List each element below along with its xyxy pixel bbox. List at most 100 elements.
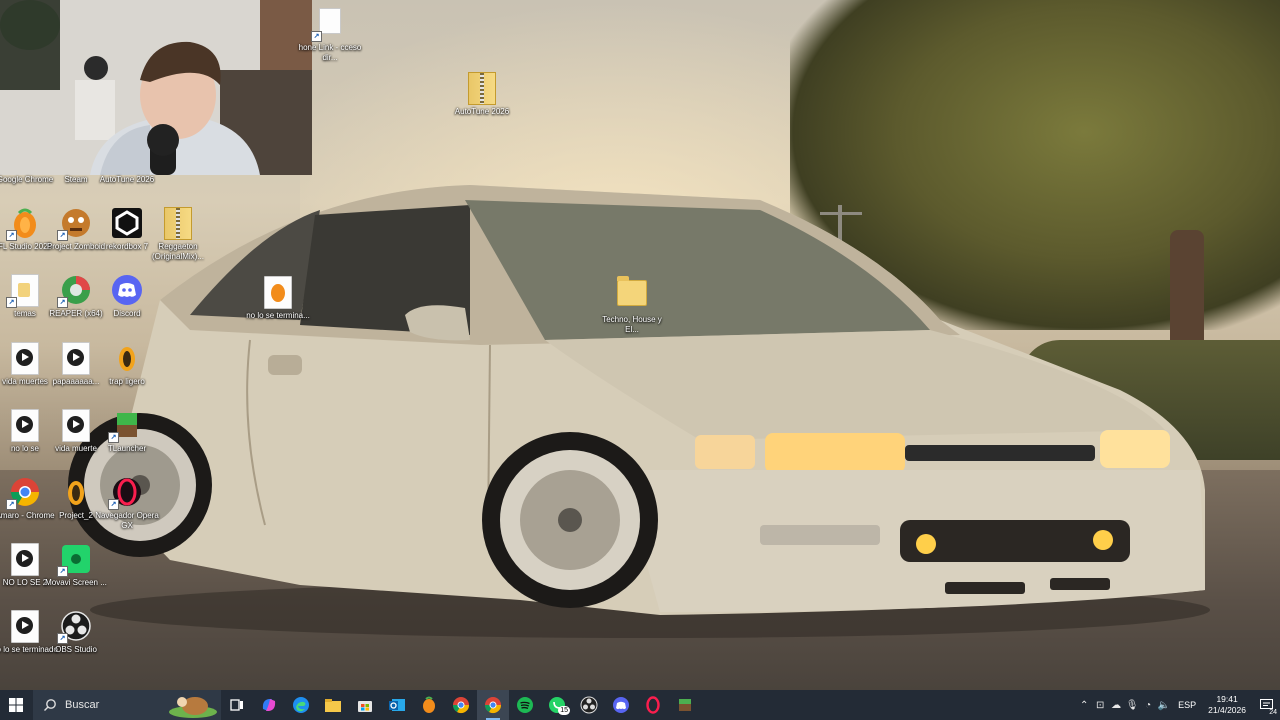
taskbar-minecraft[interactable] xyxy=(669,690,701,720)
network-icon[interactable]: ◔ xyxy=(1140,700,1156,711)
discord-icon xyxy=(613,697,629,713)
minecraft-icon xyxy=(679,699,691,711)
desktop-icon-techno-folder[interactable]: Techno, House y El... xyxy=(599,276,665,335)
rekordbox-icon xyxy=(111,207,143,239)
opera-gx-icon: ↗ xyxy=(108,476,143,510)
search-placeholder: Buscar xyxy=(65,699,100,711)
fl-project-file-icon xyxy=(262,276,294,309)
store-icon xyxy=(358,701,372,712)
chevron-up-icon[interactable]: ⌃ xyxy=(1076,700,1092,711)
clock-time: 19:41 xyxy=(1216,694,1238,704)
desktop-icon-reggaeton[interactable]: Reggaeton (OriginalMix)... xyxy=(145,207,211,262)
zip-icon xyxy=(111,150,143,172)
zip-icon xyxy=(162,207,194,240)
desktop-icon-nolose-fl[interactable]: no lo se termina... xyxy=(245,276,311,321)
document-icon: ↗ xyxy=(311,8,346,42)
desktop-icon-movavi[interactable]: ↗ Movavi Screen ... xyxy=(43,543,109,588)
microphone-icon[interactable]: 🎙 xyxy=(1124,700,1140,711)
document-icon: ↗ xyxy=(6,274,41,308)
desktop-icon-label: hone Link - cceso dir... xyxy=(298,43,362,62)
desktop-icon-label: no lo se termina... xyxy=(246,311,310,320)
taskbar-edge[interactable] xyxy=(285,690,317,720)
taskbar-search-box[interactable]: Buscar xyxy=(33,690,221,720)
desktop-icon-autotune[interactable]: AutoTune 2026 xyxy=(94,150,160,185)
video-file-icon xyxy=(60,409,92,442)
chrome-icon xyxy=(452,697,470,714)
desktop-icon-autotune-2[interactable]: AutoTune 2026 xyxy=(449,72,515,117)
clock-date: 21/4/2026 xyxy=(1208,705,1246,715)
discord-icon xyxy=(111,274,143,306)
obs-icon xyxy=(580,696,598,714)
taskbar-chrome-active[interactable] xyxy=(477,690,509,720)
folder-icon xyxy=(325,699,341,712)
webcam-overlay xyxy=(0,0,312,175)
video-file-icon xyxy=(9,409,41,442)
volume-icon[interactable]: 🔈 xyxy=(1156,700,1172,711)
video-file-icon xyxy=(9,610,41,643)
notification-center-button[interactable]: 24 xyxy=(1252,690,1280,720)
desktop-icon-label: trap ligero xyxy=(109,377,145,386)
onedrive-icon[interactable]: ☁ xyxy=(1108,700,1124,711)
taskbar-chrome[interactable] xyxy=(445,690,477,720)
video-file-icon xyxy=(9,342,41,375)
chrome-icon xyxy=(9,150,41,172)
taskbar-whatsapp[interactable]: 15 xyxy=(541,690,573,720)
desktop-icon-label: Reggaeton (OriginalMix)... xyxy=(151,242,204,261)
zip-icon xyxy=(466,72,498,105)
desktop-icon-discord[interactable]: Discord xyxy=(94,274,160,319)
desktop-icon-phone-link[interactable]: ↗ hone Link - cceso dir... xyxy=(297,8,363,63)
taskbar-copilot[interactable] xyxy=(253,690,285,720)
project-zomboid-icon: ↗ xyxy=(57,207,92,241)
taskbar-task-view[interactable] xyxy=(221,690,253,720)
fl-project-file-icon xyxy=(60,476,92,508)
desktop-icon-label: Movavi Screen ... xyxy=(45,578,107,587)
desktop-icon-label: Discord xyxy=(113,309,141,318)
fl-project-file-icon xyxy=(111,342,143,374)
copilot-icon xyxy=(262,699,276,711)
folder-icon xyxy=(616,276,648,312)
tlauncher-icon: ↗ xyxy=(108,409,143,443)
outlook-icon xyxy=(389,699,405,711)
desktop-icon-label: Navegador Opera GX xyxy=(95,511,159,530)
desktop-icon-label: Techno, House y El... xyxy=(602,315,662,334)
edge-icon xyxy=(293,697,309,713)
fl-studio-icon: ↗ xyxy=(6,207,41,241)
search-icon xyxy=(44,699,56,711)
whatsapp-unread-badge: 15 xyxy=(558,706,570,715)
obs-icon: ↗ xyxy=(57,610,92,644)
desktop-icon-obs[interactable]: ↗ OBS Studio xyxy=(43,610,109,655)
taskbar-spotify[interactable] xyxy=(509,690,541,720)
desktop-icon-tlauncher[interactable]: ↗ TLauncher xyxy=(94,409,160,454)
desktop-icon-label: AutoTune 2026 xyxy=(454,107,510,116)
movavi-icon: ↗ xyxy=(57,543,92,577)
windows-logo-icon xyxy=(9,698,23,712)
opera-gx-icon xyxy=(646,696,660,714)
taskbar-file-explorer[interactable] xyxy=(317,690,349,720)
spotify-icon xyxy=(517,697,533,713)
desktop-icon-trap-ligero[interactable]: trap ligero xyxy=(94,342,160,387)
desktop-icon-label: OBS Studio xyxy=(55,645,97,654)
reaper-icon: ↗ xyxy=(57,274,92,308)
chrome-icon: ↗ xyxy=(6,476,41,510)
taskbar-outlook[interactable] xyxy=(381,690,413,720)
taskbar-fl-studio[interactable] xyxy=(413,690,445,720)
video-file-icon xyxy=(60,342,92,375)
webcam-feed xyxy=(0,0,312,175)
video-file-icon xyxy=(9,543,41,576)
start-button[interactable] xyxy=(0,690,32,720)
desktop-icon-opera-gx[interactable]: ↗ Navegador Opera GX xyxy=(94,476,160,531)
desktop-icon-label: AutoTune 2026 xyxy=(99,175,155,184)
usb-device-icon[interactable]: ⊡ xyxy=(1092,700,1108,711)
fl-studio-icon xyxy=(423,696,435,713)
steam-icon xyxy=(60,150,92,172)
clock[interactable]: 19:41 21/4/2026 xyxy=(1208,694,1246,716)
task-view-icon xyxy=(230,699,243,711)
notification-count: 24 xyxy=(1269,709,1277,716)
taskbar-opera-gx[interactable] xyxy=(637,690,669,720)
search-highlight-illustration-icon xyxy=(169,697,217,718)
taskbar-obs[interactable] xyxy=(573,690,605,720)
chrome-icon xyxy=(484,697,502,714)
taskbar-discord[interactable] xyxy=(605,690,637,720)
language-indicator[interactable]: ESP xyxy=(1178,700,1196,710)
taskbar-store[interactable] xyxy=(349,690,381,720)
